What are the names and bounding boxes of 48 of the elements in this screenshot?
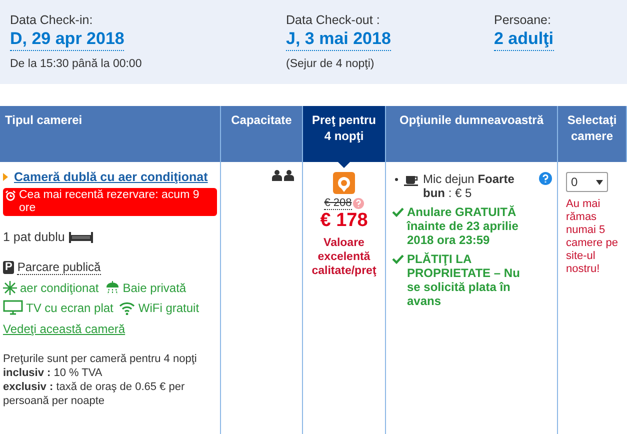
alarm-clock-icon: [5, 190, 16, 201]
help-icon[interactable]: [539, 172, 552, 185]
price-note: exclusiv : taxă de oraş de 0.65 € per persoană per noapte: [3, 380, 186, 408]
price-note: inclusiv : 10 % TVA: [3, 366, 104, 380]
old-price: € 208: [324, 197, 352, 210]
caret-icon: [3, 173, 8, 181]
field-label: Data Check-in:: [10, 12, 94, 28]
shower-icon: [104, 280, 120, 295]
dropdown-arrow-icon: [596, 180, 603, 184]
facility-label: Baie privată: [122, 280, 186, 297]
bullet-icon: [395, 178, 398, 181]
breakfast-option: Mic dejun Foarte bun : € 5: [423, 172, 535, 200]
parking-icon: P: [3, 261, 14, 274]
quantity-select[interactable]: 0: [566, 172, 608, 192]
column-header: Capacitate: [221, 106, 303, 162]
date-link[interactable]: D, 29 apr 2018: [10, 28, 124, 51]
tv-icon: [3, 300, 23, 316]
check-icon: [392, 254, 404, 264]
bed-info: 1 pat dublu: [3, 229, 65, 246]
date-link[interactable]: 2 adulţi: [494, 28, 554, 51]
facility-label: aer condiţionat: [20, 280, 99, 297]
column-header: Opţiunile dumneavoastră: [386, 106, 558, 162]
view-room-link[interactable]: Vedeţi această cameră: [3, 320, 217, 338]
condition-text: PLĂTIŢI LA PROPRIETATE – Nu se solicită plata în avans: [407, 252, 521, 308]
condition-text: Anulare GRATUITĂ înainte de 23 aprilie 2018 ora 23:59: [407, 205, 520, 247]
help-icon[interactable]: [352, 198, 364, 209]
value-rating-text: Valoare excelentă calitate/preţ: [310, 236, 378, 278]
field-label: Data Check-out :: [286, 12, 381, 28]
field-label: Persoane:: [494, 12, 552, 28]
price: € 178: [320, 210, 368, 232]
stay-note: De la 15:30 până la 00:00: [10, 57, 143, 72]
check-icon: [392, 207, 404, 217]
badge-icon: [333, 172, 355, 194]
booking-alert-text: Cea mai recentă rezervare: acum 9 ore: [19, 189, 200, 215]
facility-label: WiFi gratuit: [138, 300, 200, 317]
availability-note: Au mai rămas numai 5 camere pe site-ul nostru!: [566, 198, 619, 276]
wifi-icon: [119, 300, 136, 315]
column-header: Selectaţi camere: [558, 106, 627, 162]
parking-info: Parcare publică: [17, 260, 101, 275]
bed-icon: [68, 231, 94, 244]
two-persons-icon: [272, 170, 294, 181]
price-note: Preţurile sunt per cameră pentru 4 nopţi: [3, 352, 198, 366]
stay-note: (Sejur de 4 nopţi): [286, 57, 376, 72]
facility-label: TV cu ecran plat: [26, 300, 114, 317]
column-header: Tipul camerei: [0, 106, 221, 162]
room-name-link[interactable]: Cameră dublă cu aer condiţionat: [14, 170, 208, 185]
date-link[interactable]: J, 3 mai 2018: [286, 28, 391, 51]
snowflake-icon: [3, 280, 17, 295]
